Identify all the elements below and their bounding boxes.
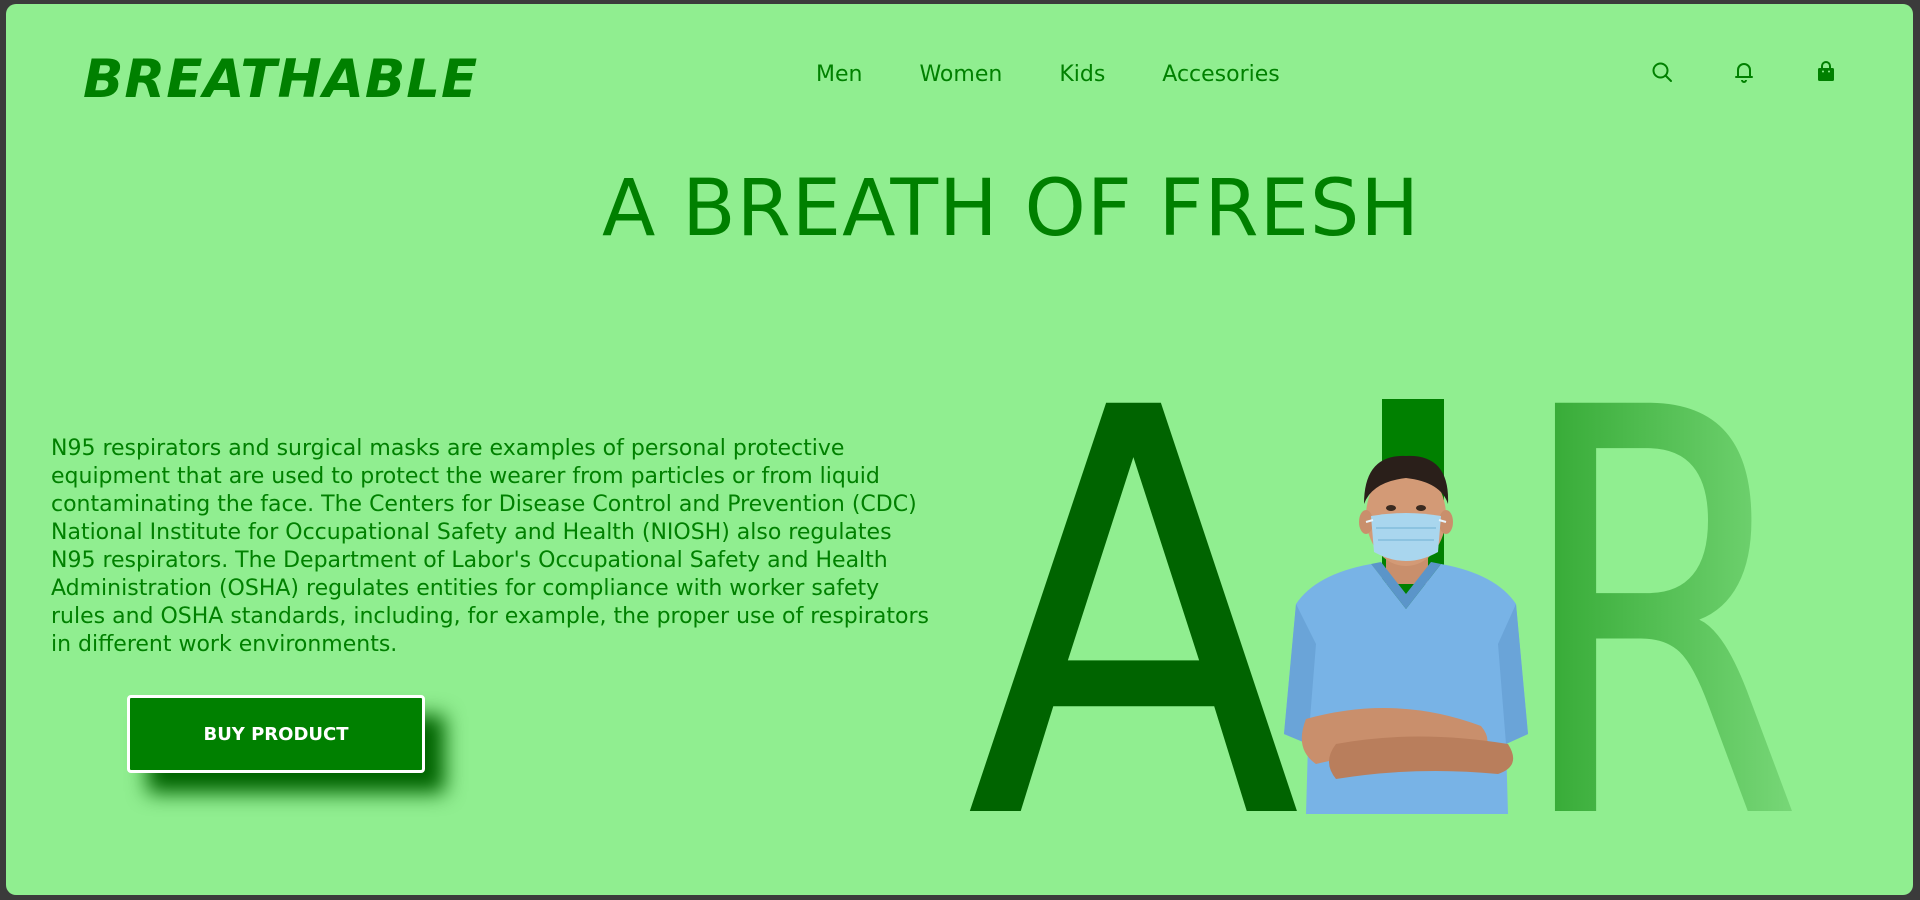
nav-kids[interactable]: Kids	[1059, 58, 1105, 92]
nav-men[interactable]: Men	[816, 58, 862, 92]
brand-logo[interactable]: BREATHABLE	[83, 48, 478, 112]
hero-headline: A BREATH OF FRESH	[601, 164, 1421, 254]
search-icon[interactable]	[1650, 60, 1674, 84]
nav-accesories[interactable]: Accesories	[1162, 58, 1279, 92]
bell-icon[interactable]	[1732, 60, 1756, 84]
page-frame: BREATHABLE Men Women Kids Accesories A B…	[6, 4, 1913, 895]
main-nav: Men Women Kids Accesories	[816, 58, 1337, 92]
shopping-bag-icon[interactable]	[1814, 60, 1838, 84]
nav-women[interactable]: Women	[919, 58, 1002, 92]
air-letter-r: R	[1514, 394, 1804, 814]
buy-product-button[interactable]: BUY PRODUCT	[127, 695, 425, 773]
air-letter-a: A	[966, 394, 1303, 814]
masked-doctor-image	[1284, 455, 1528, 814]
hero-description: N95 respirators and surgical masks are e…	[51, 436, 929, 657]
